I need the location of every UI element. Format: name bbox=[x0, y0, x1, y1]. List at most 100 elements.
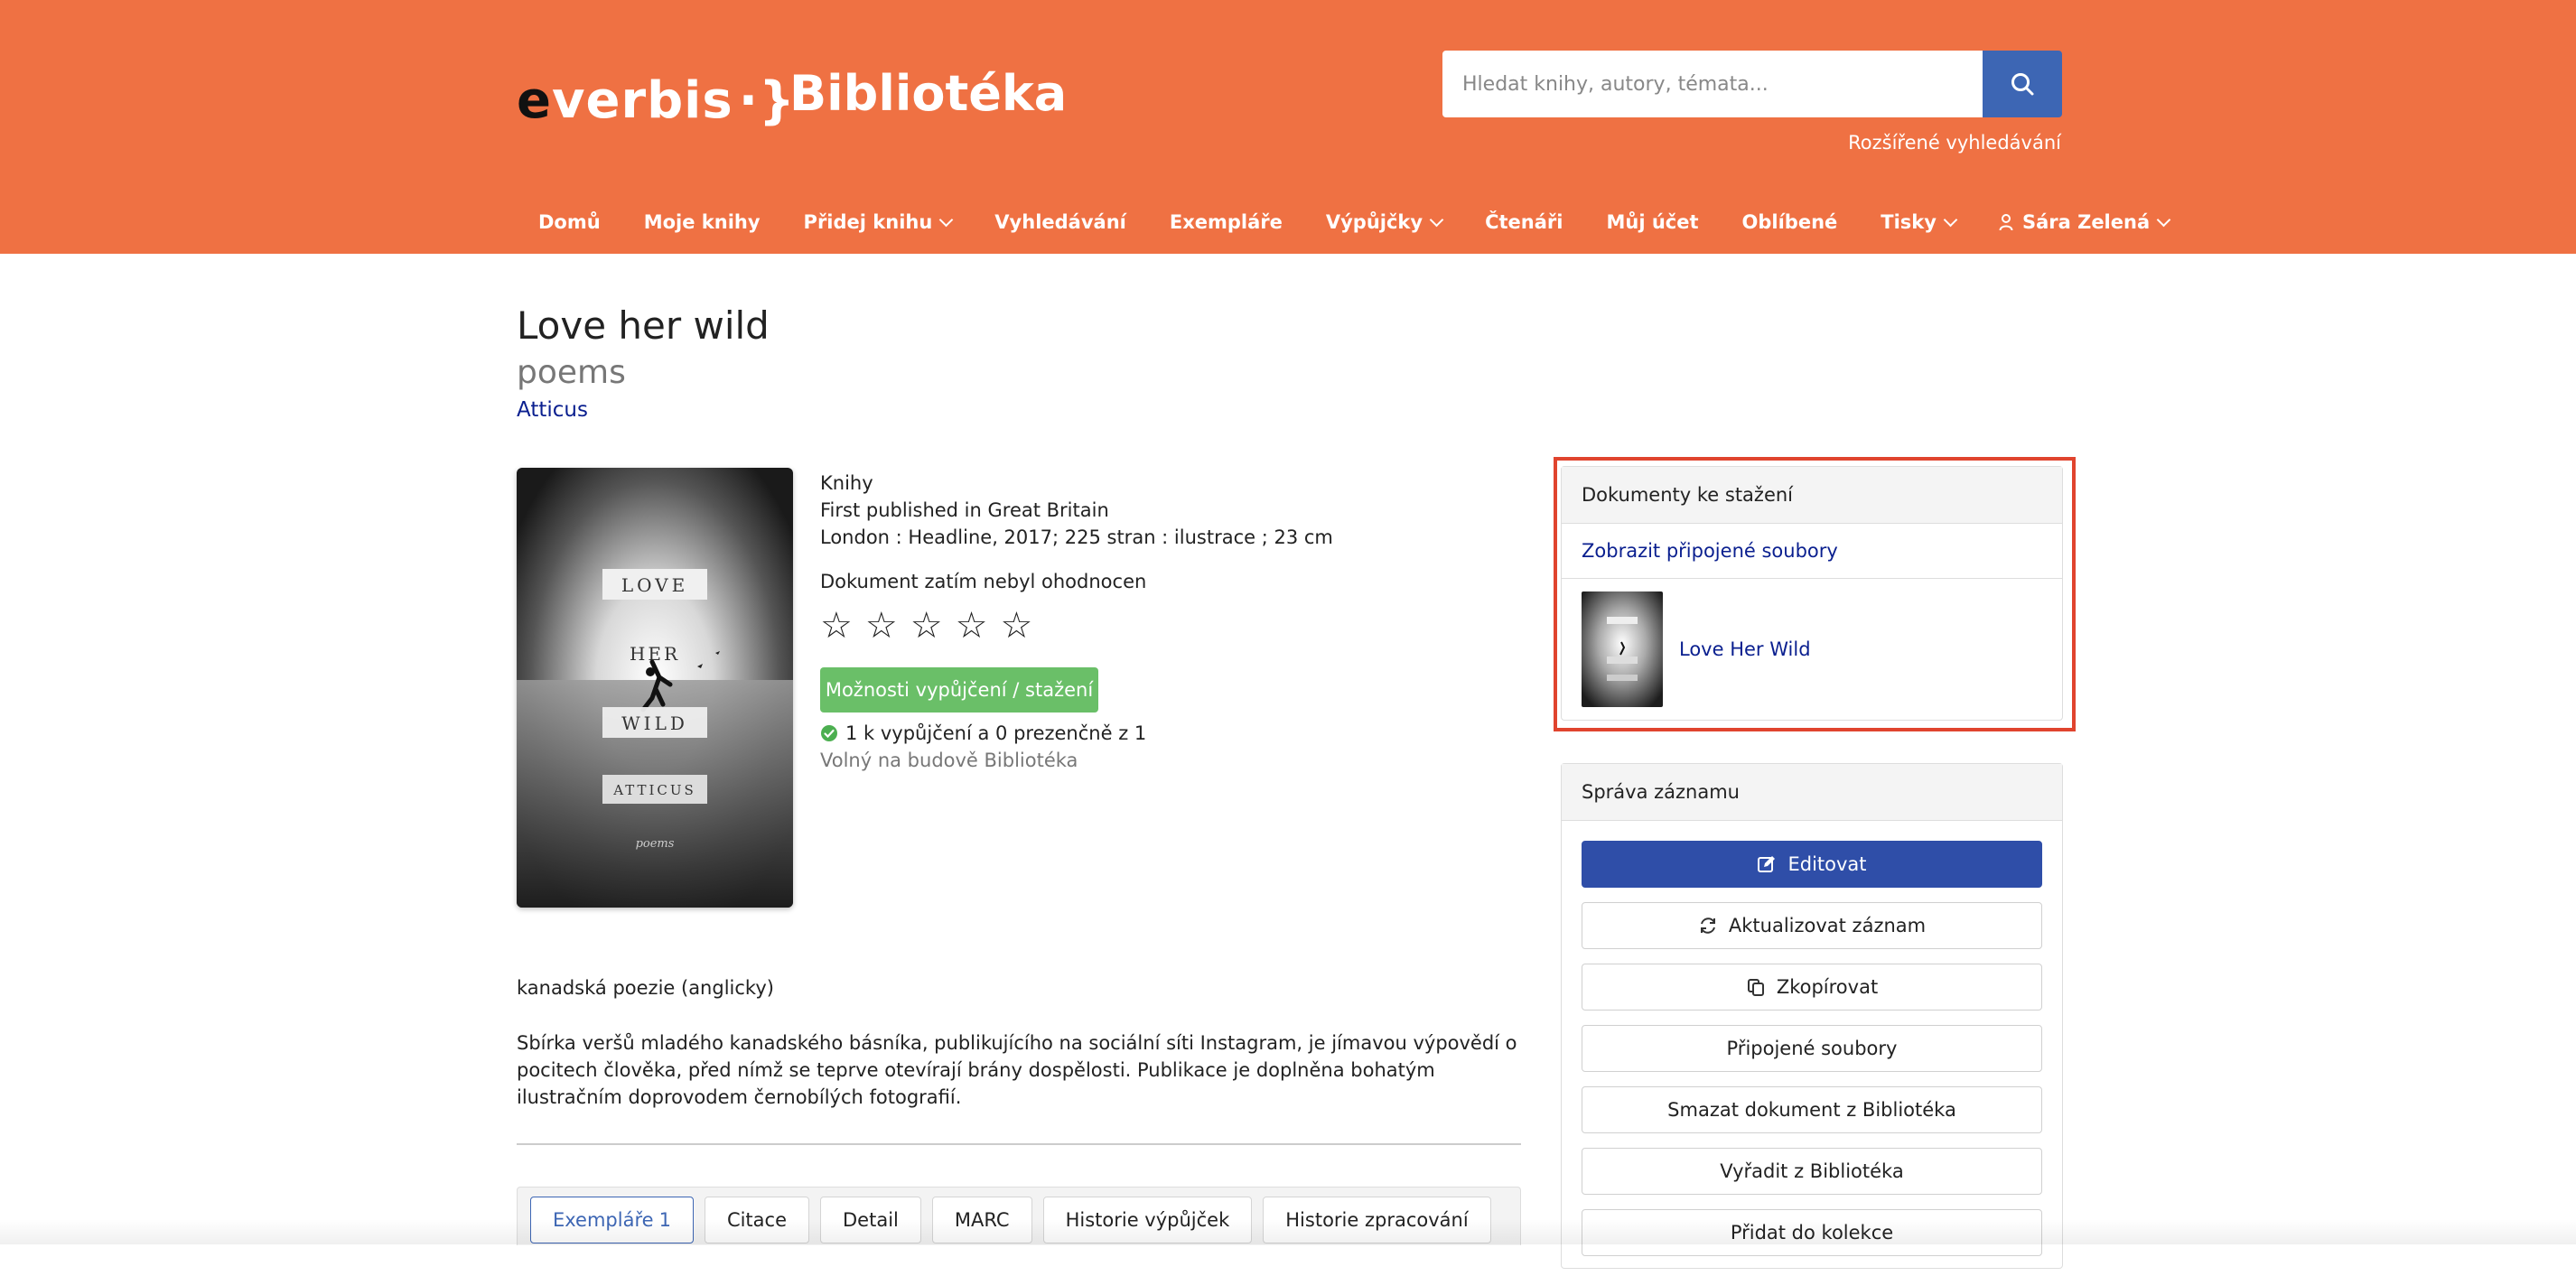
book-title: Love her wild bbox=[517, 303, 770, 348]
tab-copies[interactable]: Exempláře 1 bbox=[530, 1197, 694, 1243]
download-file-item[interactable]: Love Her Wild bbox=[1562, 579, 2062, 720]
nav-label: Přidej knihu bbox=[803, 211, 933, 233]
button-label: Přidat do kolekce bbox=[1730, 1222, 1894, 1243]
tab-label: Exempláře bbox=[553, 1209, 654, 1231]
update-record-button[interactable]: Aktualizovat záznam bbox=[1582, 902, 2042, 949]
chevron-down-icon bbox=[2156, 212, 2171, 227]
nav-item-loans[interactable]: Výpůjčky bbox=[1304, 211, 1463, 233]
star-icon[interactable]: ☆ bbox=[1000, 605, 1032, 647]
nav-label: Můj účet bbox=[1606, 211, 1699, 233]
star-icon[interactable]: ☆ bbox=[865, 605, 898, 647]
nav-item-prints[interactable]: Tisky bbox=[1859, 211, 1977, 233]
tab-loan-history[interactable]: Historie výpůjček bbox=[1042, 1197, 1253, 1243]
user-name: Sára Zelená bbox=[2021, 211, 2151, 233]
management-panel-title: Správa záznamu bbox=[1562, 764, 2062, 821]
tab-label: Historie výpůjček bbox=[1065, 1209, 1230, 1231]
chevron-down-icon bbox=[939, 212, 954, 227]
search-button[interactable] bbox=[1983, 51, 2062, 117]
star-icon[interactable]: ☆ bbox=[910, 605, 943, 647]
record-tabs: Exempláře 1 Citace Detail MARC Historie v… bbox=[517, 1187, 1521, 1245]
copy-record-button[interactable]: Zkopírovat bbox=[1582, 964, 2042, 1011]
rating-stars: ☆ ☆ ☆ ☆ ☆ bbox=[820, 605, 1032, 647]
downloads-panel-title: Dokumenty ke stažení bbox=[1562, 467, 2062, 524]
nav-label: Oblíbené bbox=[1741, 211, 1838, 233]
advanced-search-link[interactable]: Rozšířené vyhledávání bbox=[1848, 132, 2061, 154]
show-attached-files-link[interactable]: Zobrazit připojené soubory bbox=[1562, 524, 2062, 579]
downloads-panel: Dokumenty ke stažení Zobrazit připojené … bbox=[1561, 466, 2063, 721]
chevron-down-icon bbox=[1943, 212, 1958, 227]
add-to-collection-button[interactable]: Přidat do kolekce bbox=[1582, 1209, 2042, 1256]
search-input[interactable] bbox=[1442, 51, 1983, 117]
nav-label: Čtenáři bbox=[1485, 211, 1563, 233]
tab-processing-history[interactable]: Historie zpracování bbox=[1263, 1197, 1491, 1243]
delete-document-button[interactable]: Smazat dokument z Bibliotéka bbox=[1582, 1086, 2042, 1133]
user-menu[interactable]: Sára Zelená bbox=[1977, 211, 2190, 233]
subject-heading: kanadská poezie (anglicky) bbox=[517, 977, 774, 999]
cover-poems: poems bbox=[636, 837, 675, 851]
publication-info: London : Headline, 2017; 225 stran : ilu… bbox=[820, 526, 1333, 548]
divider bbox=[517, 1143, 1521, 1145]
document-type: Knihy bbox=[820, 472, 873, 494]
button-label: Aktualizovat záznam bbox=[1728, 915, 1927, 936]
everbis-logo[interactable]: e verbis ·} bbox=[517, 69, 796, 132]
file-thumbnail[interactable] bbox=[1582, 591, 1663, 707]
edit-button[interactable]: Editovat bbox=[1582, 841, 2042, 888]
nav-label: Vyhledávání bbox=[994, 211, 1126, 233]
loan-options-button[interactable]: Možnosti vypůjčení / stažení bbox=[820, 667, 1098, 713]
tab-citation[interactable]: Citace bbox=[704, 1197, 810, 1243]
author-link[interactable]: Atticus bbox=[517, 398, 588, 422]
book-metadata: Knihy First published in Great Britain L… bbox=[820, 470, 1333, 551]
logo-text: verbis bbox=[551, 70, 733, 130]
main-nav: Domů Moje knihy Přidej knihu Vyhledávání… bbox=[517, 204, 2171, 240]
star-icon[interactable]: ☆ bbox=[956, 605, 988, 647]
book-cover-image[interactable]: LOVE HER WILD ATTICUS poems bbox=[517, 468, 793, 908]
availability-text: 1 k vypůjčení a 0 prezenčně z 1 bbox=[845, 722, 1147, 744]
user-icon bbox=[1999, 214, 2013, 231]
nav-label: Domů bbox=[538, 211, 601, 233]
tab-label: Historie zpracování bbox=[1285, 1209, 1469, 1231]
availability-status: 1 k vypůjčení a 0 prezenčně z 1 bbox=[820, 722, 1146, 744]
cover-title-wild: WILD bbox=[621, 713, 688, 734]
star-icon[interactable]: ☆ bbox=[820, 605, 853, 647]
search-icon bbox=[2011, 73, 2034, 96]
record-management-panel: Správa záznamu Editovat Aktualizovat záz… bbox=[1561, 763, 2063, 1269]
rating-label: Dokument zatím nebyl ohodnocen bbox=[820, 571, 1147, 592]
tab-marc[interactable]: MARC bbox=[931, 1197, 1032, 1243]
tab-label: MARC bbox=[954, 1209, 1010, 1231]
chevron-down-icon bbox=[1429, 212, 1444, 227]
edition-note: First published in Great Britain bbox=[820, 499, 1109, 521]
nav-label: Tisky bbox=[1881, 211, 1937, 233]
button-label: Připojené soubory bbox=[1726, 1038, 1898, 1059]
site-header: everbis·} Bibliotéka Rozšířené vyhledává… bbox=[0, 0, 2576, 254]
availability-location: Volný na budově Bibliotéka bbox=[820, 750, 1078, 771]
file-name-link[interactable]: Love Her Wild bbox=[1679, 638, 1811, 660]
edit-icon bbox=[1758, 856, 1776, 872]
button-label: Zkopírovat bbox=[1776, 976, 1879, 998]
nav-item-add-book[interactable]: Přidej knihu bbox=[782, 211, 974, 233]
nav-item-favorites[interactable]: Oblíbené bbox=[1721, 211, 1860, 233]
nav-item-home[interactable]: Domů bbox=[517, 211, 622, 233]
nav-item-my-account[interactable]: Můj účet bbox=[1584, 211, 1720, 233]
nav-label: Moje knihy bbox=[643, 211, 761, 233]
check-circle-icon bbox=[821, 725, 837, 741]
nav-item-my-books[interactable]: Moje knihy bbox=[622, 211, 782, 233]
nav-item-search[interactable]: Vyhledávání bbox=[973, 211, 1148, 233]
logo-letter-e: e bbox=[517, 70, 552, 130]
cover-title-love: LOVE bbox=[621, 574, 688, 596]
cover-author: ATTICUS bbox=[612, 782, 696, 798]
site-title[interactable]: Bibliotéka bbox=[789, 65, 1067, 122]
nav-item-readers[interactable]: Čtenáři bbox=[1463, 211, 1584, 233]
attached-files-button[interactable]: Připojené soubory bbox=[1582, 1025, 2042, 1072]
tab-detail[interactable]: Detail bbox=[820, 1197, 921, 1243]
logo-brace: ·} bbox=[738, 70, 796, 130]
tab-count-badge: 1 bbox=[658, 1209, 671, 1231]
button-label: Editovat bbox=[1787, 853, 1867, 875]
refresh-icon bbox=[1700, 917, 1715, 934]
discard-button[interactable]: Vyřadit z Bibliotéka bbox=[1582, 1148, 2042, 1195]
nav-label: Exempláře bbox=[1169, 211, 1283, 233]
nav-item-copies[interactable]: Exempláře bbox=[1148, 211, 1304, 233]
button-label: Vyřadit z Bibliotéka bbox=[1720, 1160, 1904, 1182]
tab-label: Detail bbox=[843, 1209, 899, 1231]
annotation-text: Sbírka veršů mladého kanadského básníka,… bbox=[517, 1032, 1517, 1108]
book-subtitle: poems bbox=[517, 354, 626, 391]
